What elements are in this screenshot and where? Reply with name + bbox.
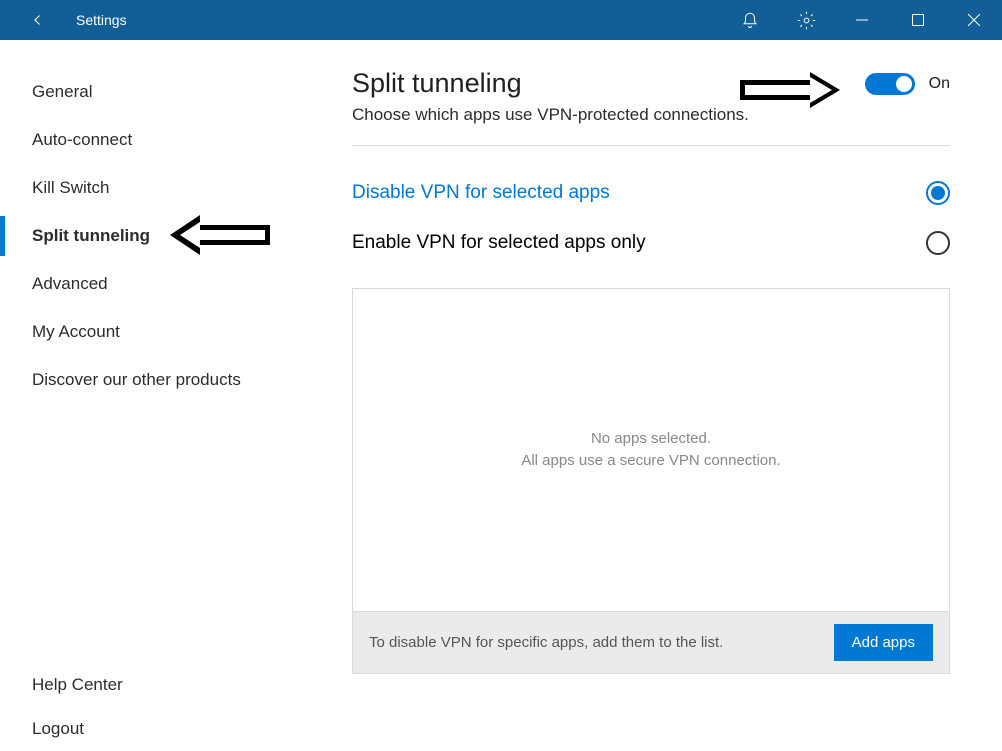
sidebar-item-myaccount[interactable]: My Account: [0, 308, 304, 356]
split-tunneling-toggle[interactable]: [865, 73, 915, 95]
radio-unselected-icon: [926, 231, 950, 255]
notifications-button[interactable]: [722, 0, 778, 40]
maximize-button[interactable]: [890, 0, 946, 40]
page-title: Split tunneling: [352, 68, 522, 99]
close-icon: [968, 14, 980, 26]
sidebar-item-helpcenter[interactable]: Help Center: [0, 663, 304, 707]
apps-footer-text: To disable VPN for specific apps, add th…: [369, 634, 723, 651]
toggle-state-label: On: [929, 75, 950, 93]
close-button[interactable]: [946, 0, 1002, 40]
toggle-knob: [896, 76, 912, 92]
sidebar-item-discover[interactable]: Discover our other products: [0, 356, 304, 404]
sidebar-item-label: Logout: [32, 719, 84, 739]
window-title: Settings: [76, 12, 127, 28]
radio-selected-icon: [926, 181, 950, 205]
sidebar-item-label: Advanced: [32, 274, 108, 294]
empty-state: No apps selected. All apps use a secure …: [353, 289, 949, 611]
gear-icon: [797, 11, 816, 30]
sidebar-item-advanced[interactable]: Advanced: [0, 260, 304, 308]
option-enable-vpn-only[interactable]: Enable VPN for selected apps only: [352, 218, 950, 268]
settings-button[interactable]: [778, 0, 834, 40]
apps-footer: To disable VPN for specific apps, add th…: [353, 611, 949, 673]
sidebar-item-label: Kill Switch: [32, 178, 109, 198]
content-pane: Split tunneling On Choose which apps use…: [304, 40, 1002, 751]
arrow-left-icon: [29, 11, 47, 29]
empty-line: No apps selected.: [591, 428, 711, 451]
sidebar-item-general[interactable]: General: [0, 68, 304, 116]
divider: [352, 145, 950, 146]
bell-icon: [741, 11, 759, 29]
sidebar-item-label: Split tunneling: [32, 226, 150, 246]
titlebar: Settings: [0, 0, 1002, 40]
minimize-icon: [856, 14, 868, 26]
page-subtitle: Choose which apps use VPN-protected conn…: [352, 105, 950, 125]
option-label: Enable VPN for selected apps only: [352, 232, 646, 254]
apps-list-box: No apps selected. All apps use a secure …: [352, 288, 950, 674]
sidebar-item-logout[interactable]: Logout: [0, 707, 304, 751]
sidebar-item-split-tunneling[interactable]: Split tunneling: [0, 212, 304, 260]
sidebar-item-label: My Account: [32, 322, 120, 342]
minimize-button[interactable]: [834, 0, 890, 40]
option-disable-vpn[interactable]: Disable VPN for selected apps: [352, 168, 950, 218]
sidebar-item-label: Auto-connect: [32, 130, 132, 150]
sidebar-item-label: Help Center: [32, 675, 123, 695]
back-button[interactable]: [20, 0, 56, 40]
add-apps-button[interactable]: Add apps: [834, 624, 933, 661]
sidebar-item-label: General: [32, 82, 92, 102]
sidebar-item-killswitch[interactable]: Kill Switch: [0, 164, 304, 212]
empty-line: All apps use a secure VPN connection.: [521, 450, 780, 473]
sidebar-item-autoconnect[interactable]: Auto-connect: [0, 116, 304, 164]
option-label: Disable VPN for selected apps: [352, 182, 610, 204]
maximize-icon: [912, 14, 924, 26]
sidebar-item-label: Discover our other products: [32, 370, 241, 390]
sidebar: General Auto-connect Kill Switch Split t…: [0, 40, 304, 751]
